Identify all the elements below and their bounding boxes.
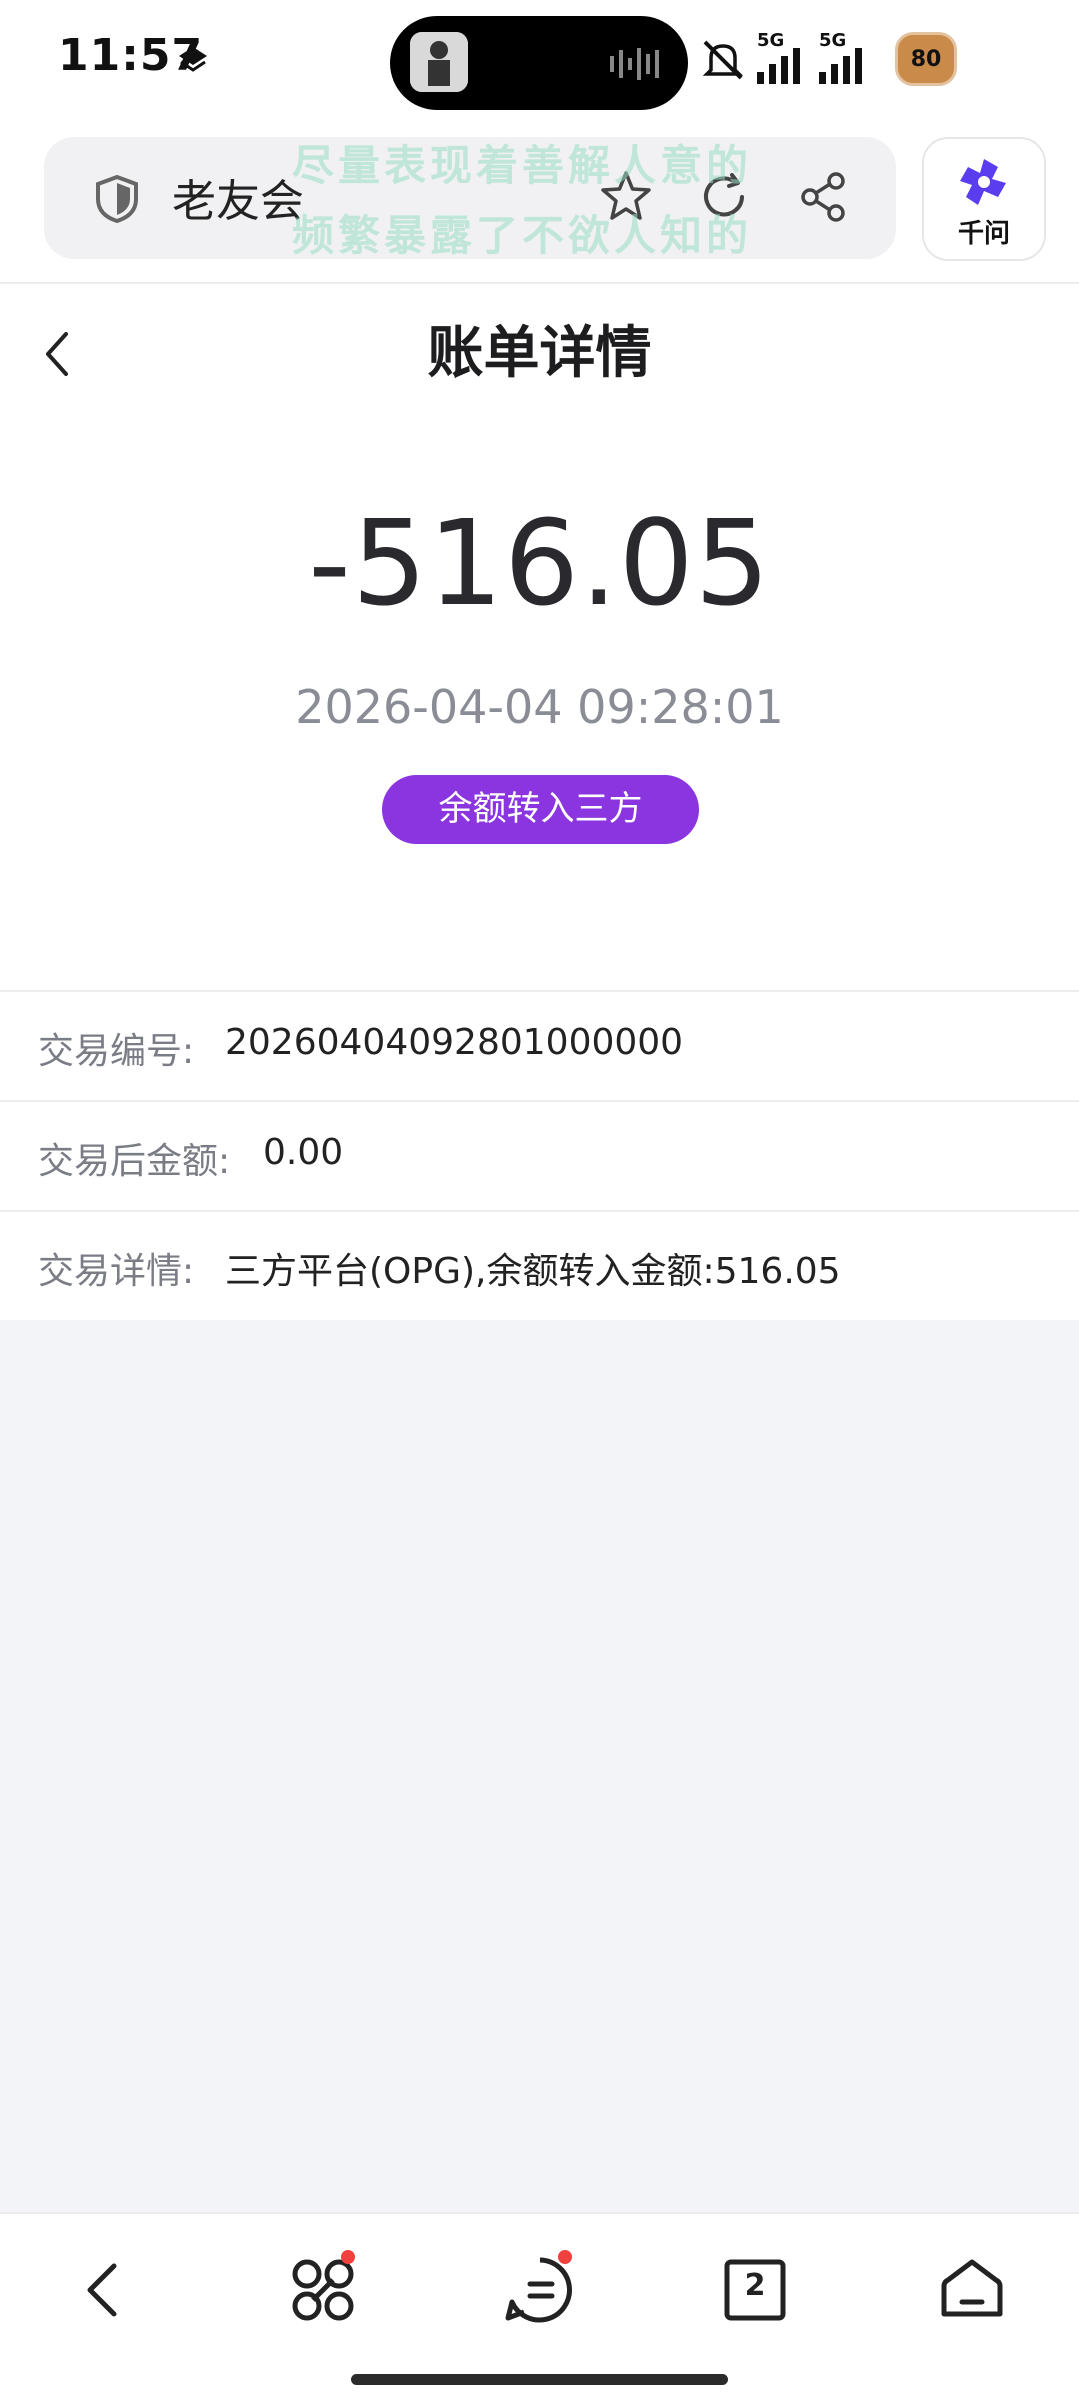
menu-button[interactable] <box>500 2250 580 2330</box>
transaction-type-badge: 余额转入三方 <box>382 775 699 844</box>
address-bar[interactable]: 老友会 <box>44 137 896 259</box>
empty-content-area <box>0 1320 1079 2212</box>
home-icon[interactable] <box>932 2250 1012 2330</box>
detail-row-value: 20260404092801000000 <box>225 1022 684 1063</box>
site-name: 老友会 <box>172 176 304 227</box>
bell-muted-icon <box>702 40 744 80</box>
audio-wave-icon <box>610 48 659 80</box>
share-icon[interactable] <box>796 169 852 225</box>
notification-dot <box>341 2250 355 2264</box>
tab-count: 2 <box>744 2268 766 2303</box>
detail-row-label: 交易编号: <box>38 1031 195 1072</box>
layers-icon <box>179 47 207 72</box>
detail-row-balance-after: 交易后金额: 0.00 <box>0 1100 1079 1210</box>
signal-icon <box>757 48 800 84</box>
assistant-button[interactable]: 千问 <box>922 137 1046 261</box>
album-cover-icon <box>410 32 468 92</box>
detail-row-transaction-detail: 交易详情: 三方平台(OPG),余额转入金额:516.05 <box>0 1210 1079 1320</box>
star-icon[interactable] <box>596 167 656 227</box>
detail-row-transaction-id: 交易编号: 20260404092801000000 <box>0 990 1079 1100</box>
transaction-datetime: 2026-04-04 09:28:01 <box>295 680 784 734</box>
detail-row-label: 交易后金额: <box>38 1141 231 1182</box>
detail-row-label: 交易详情: <box>38 1251 195 1292</box>
detail-row-value: 三方平台(OPG),余额转入金额:516.05 <box>225 1251 841 1292</box>
shield-icon <box>96 174 138 224</box>
assistant-logo-icon <box>960 159 1006 205</box>
refresh-icon[interactable] <box>696 169 752 225</box>
bill-detail-page: 账单详情 -516.05 2026-04-04 09:28:01 余额转入三方 … <box>0 284 1079 1320</box>
page-title: 账单详情 <box>427 321 652 386</box>
status-bar: 11:57 5G 5G 80 <box>0 0 1079 125</box>
back-icon[interactable] <box>66 2250 146 2330</box>
discover-button[interactable] <box>283 2250 363 2330</box>
notification-dot <box>558 2250 572 2264</box>
signal-icon <box>819 48 862 84</box>
dynamic-island[interactable] <box>390 16 688 110</box>
detail-row-value: 0.00 <box>263 1132 344 1173</box>
browser-toolbar: 老友会 尽量表现着善解人意的 频繁暴露了不欲人知的 千问 <box>0 125 1079 284</box>
transaction-amount: -516.05 <box>308 494 771 632</box>
tabs-button[interactable]: 2 <box>715 2250 795 2330</box>
assistant-label: 千问 <box>957 219 1010 249</box>
home-indicator[interactable] <box>351 2374 728 2385</box>
battery-icon: 80 <box>895 32 957 86</box>
browser-bottom-nav: 2 <box>0 2212 1079 2402</box>
status-icons: 5G 5G 80 <box>699 30 1019 90</box>
